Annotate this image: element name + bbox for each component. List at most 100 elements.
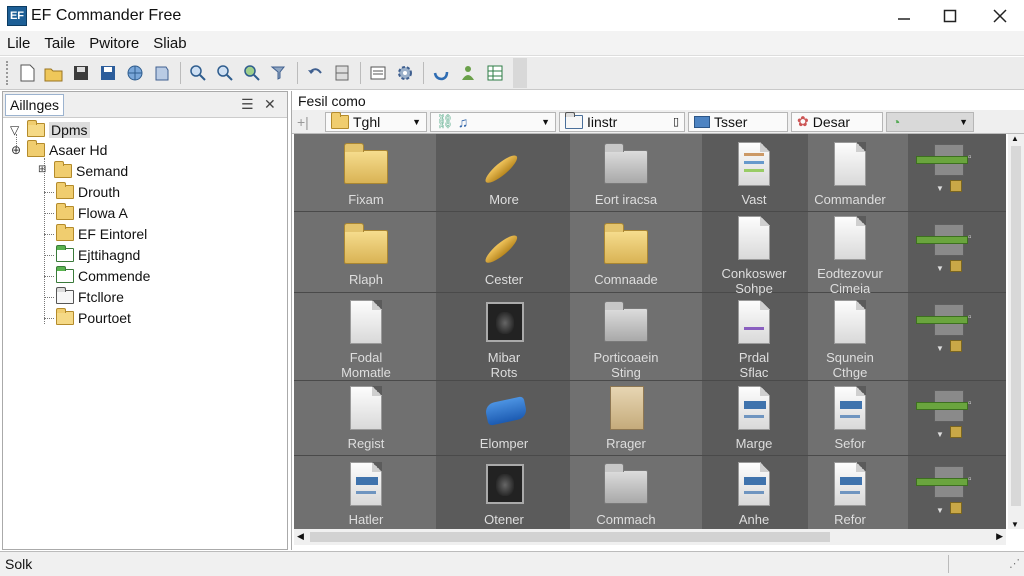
desar-filter[interactable]: ✿ Desar (791, 111, 883, 132)
pane-menu-icon[interactable]: ☰ (241, 96, 254, 113)
menu-view[interactable]: Pwitore (89, 35, 139, 52)
drive-selector[interactable]: Tghl ▼ (325, 111, 427, 132)
horizontal-scrollbar[interactable]: ◀ ▶ (294, 529, 1006, 545)
pane-close-icon[interactable]: ✕ (264, 96, 276, 113)
tree-connector (44, 276, 54, 277)
file-item[interactable]: Refor (790, 460, 910, 527)
toolbar-grip[interactable] (6, 61, 10, 85)
file-item[interactable]: Mibar Rots (444, 298, 564, 380)
file-item[interactable]: Rrager (566, 384, 686, 451)
tree-connector (44, 234, 54, 235)
file-item-label: Regist (347, 436, 385, 451)
vertical-scrollbar[interactable]: ▲ ▼ (1008, 134, 1024, 529)
scroll-left-icon[interactable]: ◀ (297, 531, 304, 542)
globe-icon[interactable] (122, 60, 148, 86)
file-list-pane: Fesil como +| Tghl ▼ ⛓ ♫ ▼ Iinstr ▯ Tsse… (291, 91, 1024, 550)
menu-tools[interactable]: Sliab (153, 35, 186, 52)
tree-item-label: Dpms (49, 122, 90, 138)
save-all-icon[interactable] (95, 60, 121, 86)
file-item[interactable]: Eort iracsa (566, 140, 686, 207)
open-folder-icon[interactable] (41, 60, 67, 86)
minimize-button[interactable] (880, 0, 928, 31)
user-icon[interactable] (455, 60, 481, 86)
device-icon[interactable]: ▼ ▫ (914, 224, 976, 274)
file-item[interactable]: Elomper (444, 384, 564, 451)
folder-open-icon (27, 120, 45, 137)
file-item[interactable]: Commach (566, 460, 686, 527)
resize-grip-icon[interactable]: ⋰ (1009, 557, 1020, 570)
folder-filter[interactable]: Iinstr ▯ (559, 111, 685, 132)
tree-item[interactable]: Ftcllore (56, 287, 124, 307)
undo-icon[interactable] (302, 60, 328, 86)
tree-item[interactable]: Drouth (56, 182, 120, 202)
file-item[interactable]: Rlaph (306, 220, 426, 287)
filter-icon[interactable] (266, 60, 292, 86)
tree-item-root[interactable]: Dpms (27, 120, 90, 140)
add-icon[interactable]: +| (292, 112, 322, 132)
document-blue-icon (826, 384, 874, 432)
settings-icon[interactable] (392, 60, 418, 86)
file-item[interactable]: Porticoaein Sting (566, 298, 686, 380)
scroll-down-icon[interactable]: ▼ (1011, 520, 1019, 529)
zoom-icon[interactable] (185, 60, 211, 86)
photo-icon (480, 298, 528, 346)
file-item[interactable]: Comnaade (566, 220, 686, 287)
tree-pane-tab[interactable]: Aillnges (5, 93, 65, 116)
file-item[interactable]: Fodal Momatle (306, 298, 426, 380)
tree-item[interactable]: Commende (56, 266, 150, 286)
tree-item[interactable]: Pourtoet (56, 308, 131, 328)
expand-toggle-icon[interactable]: ⊕ (11, 143, 21, 157)
tree-item[interactable]: Flowa A (56, 203, 128, 223)
file-item[interactable]: Sefor (790, 384, 910, 451)
scroll-up-icon[interactable]: ▲ (1011, 134, 1019, 143)
bookmark-icon[interactable] (149, 60, 175, 86)
tasks-filter-label: Tsser (714, 113, 748, 130)
file-item[interactable]: Cester (444, 220, 564, 287)
toolbar-overflow[interactable] (513, 58, 527, 88)
scroll-thumb[interactable] (1011, 146, 1021, 506)
monitor-icon (694, 115, 710, 128)
file-item-label: Porticoaein Sting (593, 350, 659, 380)
file-item[interactable]: More (444, 140, 564, 207)
zoom-in-icon[interactable] (239, 60, 265, 86)
file-item[interactable]: Commander (790, 140, 910, 207)
tree-item[interactable]: Asaer Hd (27, 140, 107, 160)
list-icon[interactable] (365, 60, 391, 86)
file-item[interactable]: Eodtezovur Cimeia (790, 214, 910, 296)
menu-file[interactable]: Lile (7, 35, 30, 52)
menu-edit[interactable]: Taile (44, 35, 75, 52)
scroll-thumb[interactable] (310, 532, 830, 542)
device-icon[interactable]: ▼ ▫ (914, 466, 976, 516)
file-grid: Fixam More Eort iracsa Vast Commander Rl… (294, 134, 1006, 529)
close-button[interactable] (976, 0, 1024, 31)
zoom-out-icon[interactable] (212, 60, 238, 86)
tree-item[interactable]: Semand (54, 161, 128, 181)
tree-item[interactable]: EF Eintorel (56, 224, 147, 244)
document-icon (730, 214, 778, 262)
folder-green-icon (56, 266, 74, 283)
tree-item-label: Semand (76, 163, 129, 179)
expand-toggle-icon[interactable]: ⊞ (38, 164, 46, 175)
new-icon[interactable] (14, 60, 40, 86)
file-type-filter[interactable]: ⛓ ♫ ▼ (430, 111, 556, 132)
grid-icon[interactable] (482, 60, 508, 86)
expand-toggle-icon[interactable]: ▽ (10, 123, 19, 137)
file-item[interactable]: Squnein Cthge (790, 298, 910, 380)
sync-icon[interactable] (428, 60, 454, 86)
file-item[interactable]: Hatler (306, 460, 426, 527)
split-icon[interactable] (329, 60, 355, 86)
tree-item[interactable]: Ejttihagnd (56, 245, 140, 265)
file-item[interactable]: Regist (306, 384, 426, 451)
file-item[interactable]: Fixam (306, 140, 426, 207)
device-icon[interactable]: ▼ ▫ (914, 304, 976, 354)
toolbar (0, 57, 1024, 90)
save-icon[interactable] (68, 60, 94, 86)
tree-connector (44, 192, 54, 193)
device-icon[interactable]: ▼ ▫ (914, 144, 976, 194)
file-item[interactable]: Otener (444, 460, 564, 527)
device-icon[interactable]: ▼ ▫ (914, 390, 976, 440)
tasks-filter[interactable]: Tsser (688, 111, 788, 132)
maximize-button[interactable] (926, 0, 974, 31)
scroll-right-icon[interactable]: ▶ (996, 531, 1003, 542)
view-selector[interactable]: ◔ ▼ (886, 111, 974, 132)
